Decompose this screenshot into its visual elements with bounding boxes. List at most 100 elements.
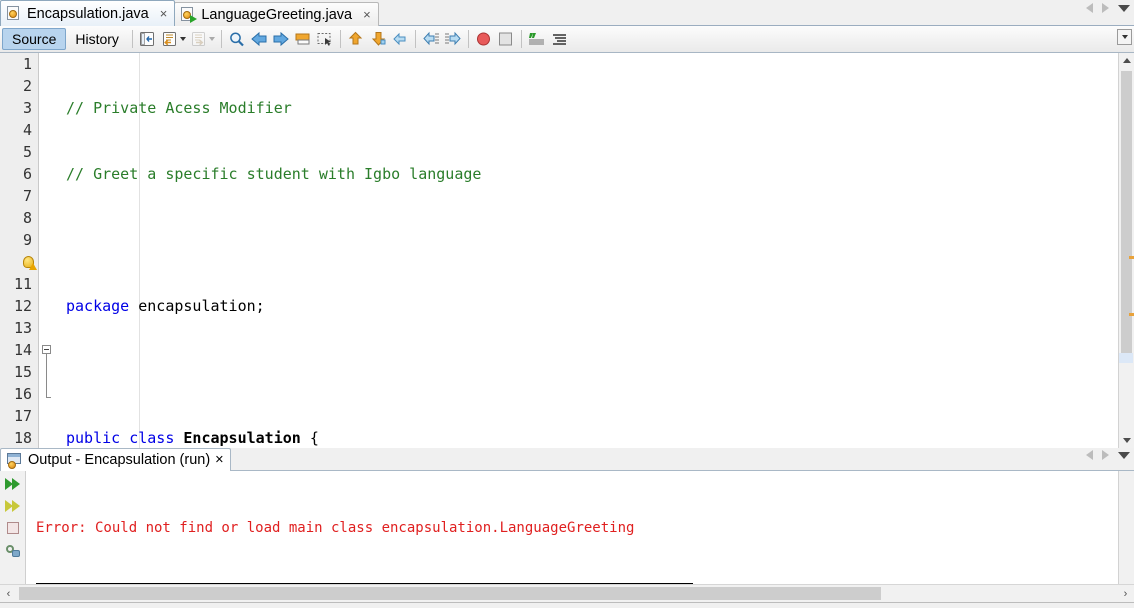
shift-line-up-icon[interactable] [345, 29, 367, 50]
status-bar [0, 602, 1134, 608]
line-number: 1 [22, 55, 32, 73]
editor-vertical-scrollbar[interactable] [1118, 53, 1134, 448]
tab-source[interactable]: Source [2, 28, 67, 50]
editor-tab-encapsulation[interactable]: Encapsulation.java × [0, 0, 176, 26]
java-main-file-icon [181, 7, 198, 23]
output-window-icon [7, 452, 23, 469]
prev-tab-icon[interactable] [1086, 450, 1093, 460]
code-line: // Private Acess Modifier [56, 97, 1118, 119]
tab-history[interactable]: History [66, 28, 128, 50]
netbeans-ide-window: Encapsulation.java × LanguageGreeting.ja… [0, 0, 1134, 608]
tab-list-icon[interactable] [1118, 451, 1130, 459]
output-vertical-scrollbar[interactable] [1118, 471, 1134, 584]
shift-line-down-icon[interactable] [367, 29, 389, 50]
fold-end-marker [46, 397, 51, 398]
code-token: // Private Acess Modifier [66, 99, 292, 117]
code-line: package encapsulation; [56, 295, 1118, 317]
scrollbar-thumb[interactable] [1121, 71, 1132, 353]
code-token: package [66, 297, 130, 315]
editor-tab-close-icon[interactable]: × [160, 7, 168, 20]
tab-bar-filler [378, 0, 1134, 26]
chevron-down-icon [1121, 35, 1128, 39]
fold-line [46, 354, 47, 397]
output-tab-encapsulation-run[interactable]: Output - Encapsulation (run) × [0, 448, 231, 471]
code-editor[interactable]: 1 2 3 4 5 6 7 8 9 11 12 13 14 15 16 17 1… [0, 53, 1134, 448]
fold-toggle-icon[interactable] [42, 345, 51, 354]
toolbar-separator [339, 30, 341, 48]
next-bookmark-icon[interactable] [270, 29, 292, 50]
shift-left-icon[interactable] [420, 29, 442, 50]
output-horizontal-scrollbar[interactable]: ‹ › [0, 584, 1134, 602]
code-token: // Greet a specific student with Igbo la… [66, 165, 482, 183]
toolbar-separator [467, 30, 469, 48]
warning-bulb-icon[interactable] [0, 251, 38, 273]
rerun-icon[interactable] [0, 495, 25, 517]
output-settings-icon[interactable] [0, 539, 25, 561]
line-number: 2 [22, 77, 32, 95]
line-number: 12 [13, 297, 32, 315]
find-selection-icon[interactable] [226, 29, 248, 50]
editor-tab-label: LanguageGreeting.java [201, 6, 353, 23]
last-edit-icon[interactable] [137, 29, 159, 50]
editor-tab-bar: Encapsulation.java × LanguageGreeting.ja… [0, 0, 1134, 26]
previous-bookmark-icon[interactable] [248, 29, 270, 50]
shift-line-right-icon[interactable] [389, 29, 411, 50]
line-number: 13 [13, 319, 32, 337]
stop-icon[interactable] [495, 29, 517, 50]
output-tab-close-icon[interactable]: × [215, 452, 223, 468]
scroll-left-icon[interactable]: ‹ [0, 588, 17, 600]
forward-icon [188, 29, 210, 50]
uncomment-icon[interactable] [548, 29, 570, 50]
output-tab-bar: Output - Encapsulation (run) × [0, 448, 1134, 471]
editor-tab-close-icon[interactable]: × [363, 8, 371, 21]
scroll-up-icon[interactable] [1119, 53, 1134, 68]
editor-tab-label: Encapsulation.java [27, 5, 149, 22]
line-number: 9 [22, 231, 32, 249]
tab-navigation-controls [1086, 3, 1130, 13]
code-line: // Greet a specific student with Igbo la… [56, 163, 1118, 185]
toggle-breakpoint-icon[interactable] [473, 29, 495, 50]
code-token: { [300, 429, 319, 447]
current-line-marker [1119, 353, 1133, 363]
select-rectangle-icon[interactable] [314, 29, 336, 50]
output-panel: Output - Encapsulation (run) × Error: Co… [0, 448, 1134, 602]
code-text-area[interactable]: // Private Acess Modifier // Greet a spe… [56, 53, 1118, 448]
code-fold-gutter[interactable] [39, 53, 56, 448]
scroll-right-icon[interactable]: › [1117, 588, 1134, 600]
prev-tab-icon[interactable] [1086, 3, 1093, 13]
code-line: public class Encapsulation { [56, 427, 1118, 448]
source-code: // Private Acess Modifier // Greet a spe… [56, 53, 1118, 448]
next-tab-icon[interactable] [1102, 3, 1109, 13]
toolbar-separator [220, 30, 222, 48]
output-text[interactable]: Error: Could not find or load main class… [26, 471, 1118, 584]
output-body: Error: Could not find or load main class… [0, 471, 1134, 584]
toolbar-overflow-button[interactable] [1117, 29, 1132, 45]
line-number: 8 [22, 209, 32, 227]
hscrollbar-thumb[interactable] [19, 587, 881, 600]
shift-right-icon[interactable] [442, 29, 464, 50]
line-number: 5 [22, 143, 32, 161]
line-number: 15 [13, 363, 32, 381]
scroll-down-icon[interactable] [1119, 433, 1134, 448]
line-number: 14 [13, 341, 32, 359]
output-tab-filler [230, 448, 1134, 471]
stop-process-icon[interactable] [0, 517, 25, 539]
line-number: 17 [13, 407, 32, 425]
toolbar-separator [520, 30, 522, 48]
editor-toolbar: Source History [0, 26, 1134, 53]
warning-marker [1129, 256, 1134, 259]
line-number: 3 [22, 99, 32, 117]
editor-tab-languagegreeting[interactable]: LanguageGreeting.java × [174, 2, 379, 26]
run-icon[interactable] [0, 473, 25, 495]
code-token: Encapsulation [183, 429, 301, 447]
warning-marker [1129, 313, 1134, 316]
line-number: 18 [13, 429, 32, 447]
comment-icon[interactable] [526, 29, 548, 50]
toggle-bookmark-icon[interactable] [292, 29, 314, 50]
line-number: 6 [22, 165, 32, 183]
back-icon[interactable] [159, 29, 181, 50]
tab-list-icon[interactable] [1118, 4, 1130, 12]
line-number: 11 [13, 275, 32, 293]
next-tab-icon[interactable] [1102, 450, 1109, 460]
